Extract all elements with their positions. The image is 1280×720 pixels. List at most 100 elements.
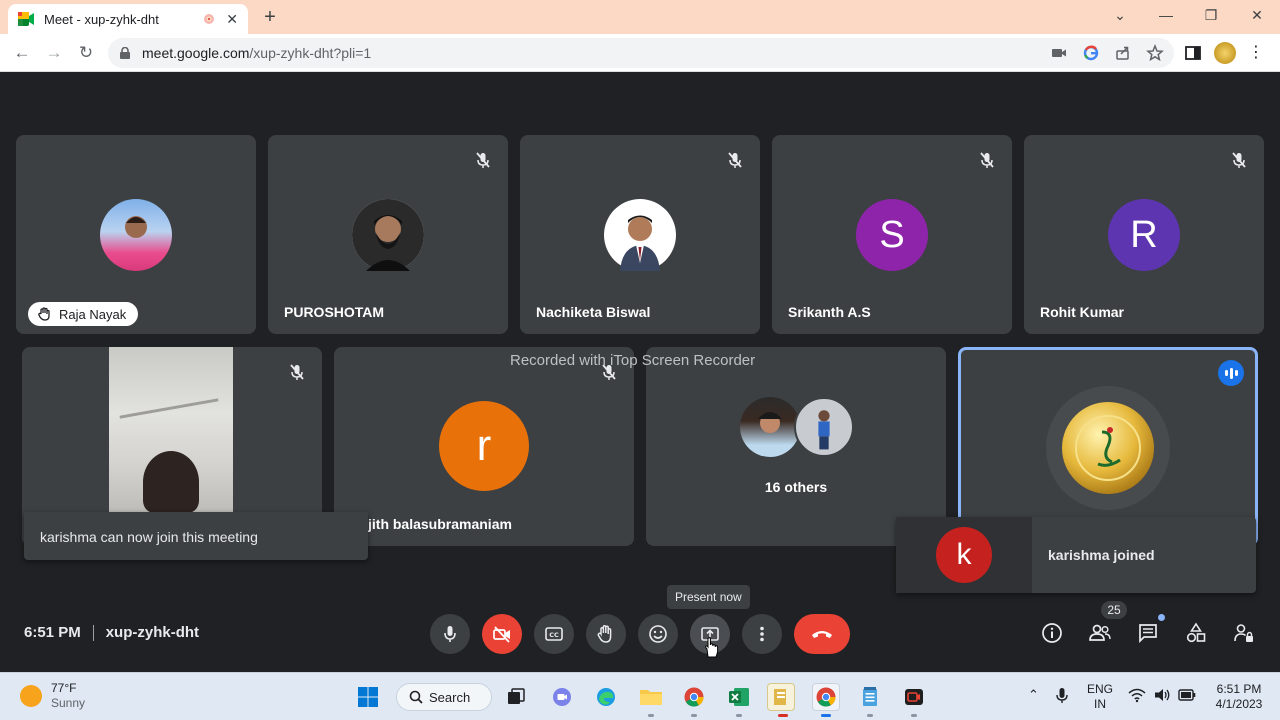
people-icon — [1089, 624, 1111, 641]
participant-tile-srikanth[interactable]: S Srikanth A.S — [772, 135, 1012, 334]
app-button-active[interactable] — [767, 683, 795, 711]
volume-icon[interactable] — [1153, 687, 1171, 703]
side-panel-icon[interactable] — [1184, 44, 1202, 62]
join-permission-toast: karishma can now join this meeting — [24, 512, 368, 560]
divider — [92, 624, 94, 641]
taskbar-search[interactable]: Search — [396, 683, 492, 711]
excel-icon — [729, 688, 749, 706]
toast-message: karishma can now join this meeting — [40, 529, 258, 545]
participant-tile-rohit-kumar[interactable]: R Rohit Kumar — [1024, 135, 1264, 334]
restore-button[interactable]: ❐ — [1197, 4, 1225, 26]
recorder-watermark: Recorded with iTop Screen Recorder — [510, 352, 756, 369]
battery-icon[interactable] — [1178, 688, 1196, 702]
task-view-button[interactable] — [502, 683, 530, 711]
svg-text:CC: CC — [549, 631, 559, 639]
host-controls-button[interactable] — [1231, 620, 1257, 646]
recording-indicator-icon — [204, 14, 215, 24]
host-lock-icon — [1234, 624, 1253, 642]
bookmark-star-icon[interactable] — [1146, 44, 1164, 62]
start-button[interactable] — [354, 683, 382, 711]
weather-widget[interactable]: 77°F Sunny — [20, 681, 85, 711]
chrome-button-1[interactable] — [680, 683, 708, 711]
toast-avatar: k — [936, 527, 992, 583]
browser-tab-strip: Meet - xup-zyhk-dht ✕ + ⌄ — ❐ ✕ — [0, 0, 1280, 34]
close-window-button[interactable]: ✕ — [1243, 4, 1271, 26]
url-omnibox[interactable]: meet.google.com/xup-zyhk-dht?pli=1 — [108, 38, 1174, 68]
system-clock[interactable]: 6:51 PM 4/1/2023 — [1208, 682, 1270, 712]
teams-chat-button[interactable] — [548, 683, 576, 711]
notepad-button[interactable] — [856, 683, 884, 711]
running-indicator — [648, 714, 654, 717]
more-vert-icon — [760, 626, 764, 642]
person-photo-icon — [758, 412, 782, 433]
tray-overflow-icon[interactable]: ⌃ — [1028, 687, 1039, 703]
participant-joined-toast: k karishma joined — [896, 517, 1256, 593]
chrome-button-2[interactable] — [812, 683, 840, 711]
edge-button[interactable] — [592, 683, 620, 711]
participant-tile-raja-nayak[interactable]: Raja Nayak — [16, 135, 256, 334]
raise-hand-icon — [597, 625, 612, 643]
camera-off-icon — [493, 626, 510, 643]
minimize-button[interactable]: — — [1152, 4, 1180, 26]
meet-icon — [18, 12, 34, 26]
tab-close-icon[interactable]: ✕ — [226, 11, 238, 28]
activities-icon — [1186, 622, 1206, 643]
forward-button[interactable]: → — [43, 42, 65, 64]
present-now-tooltip: Present now — [667, 585, 750, 609]
chat-icon — [1139, 624, 1157, 644]
chat-bubble-icon — [553, 688, 571, 706]
microphone-button[interactable] — [430, 614, 470, 654]
lock-icon — [120, 47, 130, 59]
camera-button[interactable] — [482, 614, 522, 654]
address-bar: ← → ↻ meet.google.com/xup-zyhk-dht?pli=1… — [0, 34, 1280, 72]
info-icon — [1042, 623, 1062, 643]
more-options-button[interactable] — [742, 614, 782, 654]
tab-title: Meet - xup-zyhk-dht — [44, 11, 159, 27]
excel-button[interactable] — [725, 683, 753, 711]
mic-icon — [444, 626, 456, 642]
recorder-icon — [905, 689, 923, 705]
participant-name: PUROSHOTAM — [284, 304, 385, 320]
file-explorer-button[interactable] — [637, 683, 665, 711]
reactions-button[interactable] — [638, 614, 678, 654]
back-button[interactable]: ← — [11, 42, 33, 64]
windows-taskbar: 77°F Sunny Search ⌃ ENG IN 6:51 PM 4/1/2… — [0, 672, 1280, 720]
reload-button[interactable]: ↻ — [75, 42, 97, 64]
tab-search-icon[interactable]: ⌄ — [1106, 4, 1134, 26]
emblem-logo-icon — [1075, 415, 1141, 481]
participant-tile-balasubramaniam[interactable]: r jith balasubramaniam — [334, 347, 634, 546]
speaking-indicator-icon — [1218, 360, 1244, 386]
people-button[interactable] — [1087, 620, 1113, 646]
participant-tile-puroshotam[interactable]: PUROSHOTAM — [268, 135, 508, 334]
person-photo-icon — [620, 215, 660, 271]
raise-hand-button[interactable] — [586, 614, 626, 654]
chrome-menu-icon[interactable]: ⋮ — [1248, 45, 1264, 61]
mic-off-icon — [1232, 152, 1246, 168]
chat-button[interactable] — [1135, 614, 1165, 646]
wifi-icon[interactable] — [1128, 687, 1146, 703]
new-tab-button[interactable]: + — [260, 6, 280, 29]
captions-button[interactable]: CC — [534, 614, 574, 654]
share-icon[interactable] — [1114, 44, 1132, 62]
participant-tile-nachiketa-biswal[interactable]: Nachiketa Biswal — [520, 135, 760, 334]
participant-avatar: r — [439, 401, 529, 491]
participant-name: jith balasubramaniam — [368, 516, 512, 532]
participant-name: Raja Nayak — [59, 306, 127, 322]
language-indicator[interactable]: ENG IN — [1085, 682, 1115, 712]
activities-button[interactable] — [1183, 620, 1209, 646]
tray-mic-icon[interactable] — [1054, 687, 1070, 705]
person-photo-icon — [352, 199, 424, 271]
leave-call-button[interactable] — [794, 614, 850, 654]
profile-avatar[interactable] — [1214, 42, 1236, 64]
google-icon[interactable] — [1082, 44, 1100, 62]
meeting-info-button[interactable] — [1039, 620, 1065, 646]
chat-unread-dot — [1158, 614, 1165, 621]
camera-in-use-icon[interactable] — [1050, 44, 1068, 62]
others-avatar-1 — [740, 397, 800, 457]
task-view-icon — [508, 688, 525, 704]
mouse-cursor-icon — [705, 637, 719, 658]
browser-tab-meet[interactable]: Meet - xup-zyhk-dht ✕ — [8, 4, 248, 34]
screen-recorder-button[interactable] — [900, 683, 928, 711]
participant-avatar — [352, 199, 424, 271]
running-indicator — [867, 714, 873, 717]
